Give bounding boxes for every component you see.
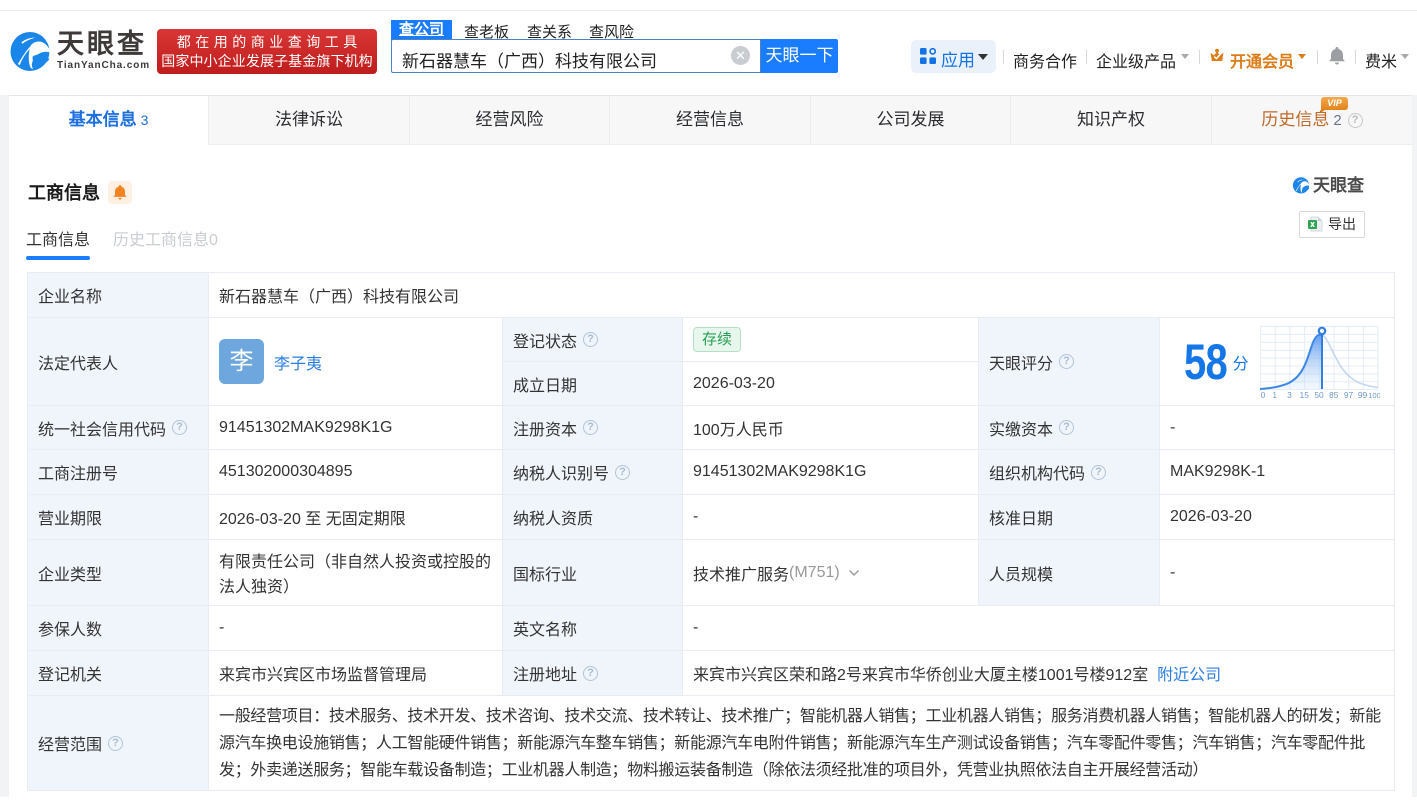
svg-text:97: 97 [1344, 390, 1354, 400]
svg-text:50: 50 [1314, 390, 1324, 400]
svg-text:85: 85 [1329, 390, 1339, 400]
svg-text:99: 99 [1358, 390, 1368, 400]
svg-text:3: 3 [1287, 390, 1292, 400]
svg-text:1: 1 [1272, 390, 1277, 400]
svg-text:0: 0 [1261, 390, 1266, 400]
svg-text:15: 15 [1300, 390, 1310, 400]
svg-text:天眼查: 天眼查 [1313, 175, 1365, 195]
svg-text:100: 100 [1368, 391, 1380, 400]
